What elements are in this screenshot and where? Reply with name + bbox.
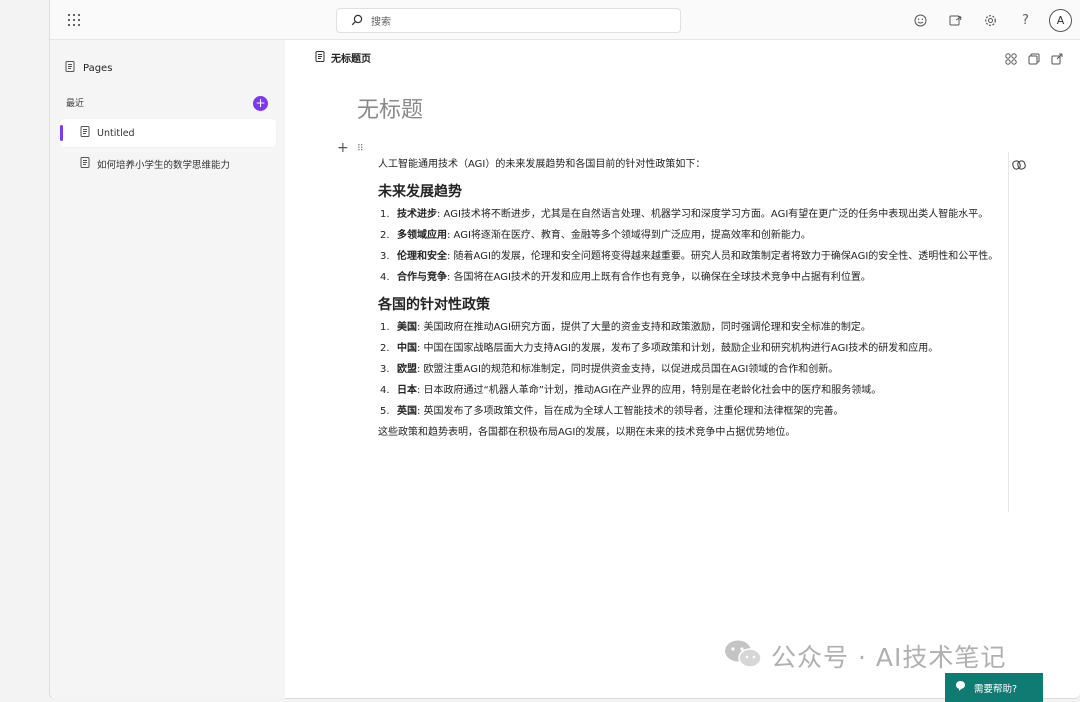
section-heading: 各国的针对性政策 (378, 297, 490, 313)
sidebar-item-untitled[interactable]: Untitled (60, 119, 276, 147)
sidebar: Pages 最近 + Untitled 如何培养小学生的数学思维能力 (50, 40, 285, 699)
watermark-text: 公众号 · AI技术笔记 (771, 643, 1007, 672)
pages-header[interactable]: Pages (65, 61, 112, 76)
conclusion-paragraph: 这些政策和趋势表明，各国都在积极布局AGI的发展，以期在未来的技术竞争中占据优势… (378, 427, 796, 438)
sidebar-item-label: Untitled (97, 127, 135, 139)
main-pane: 无标题页 无标题 + ⠿ 人工智能通用技术（AGI）的未来发展趋势和各国目前的针… (285, 40, 1080, 699)
app-window: 搜索 ? A Pages 最近 + Untitled 如何培养小学生的数学思维能… (49, 0, 1080, 699)
search-box[interactable]: 搜索 (336, 8, 681, 33)
list-item: 4. 日本: 日本政府通过“机器人革命”计划，推动AGI在产业界的应用，特别是在老… (380, 385, 882, 396)
page-icon (80, 126, 90, 140)
page-title[interactable]: 无标题 (357, 92, 423, 124)
sidebar-item-label: 如何培养小学生的数学思维能力 (97, 160, 231, 171)
intro-paragraph: 人工智能通用技术（AGI）的未来发展趋势和各国目前的针对性政策如下： (378, 159, 706, 170)
breadcrumb-label: 无标题页 (331, 54, 371, 65)
list-item: 3. 欧盟: 欧盟注重AGI的规范和标准制定，同时提供资金支持，以促进成员国在AG… (380, 364, 839, 375)
search-icon (351, 11, 363, 30)
avatar[interactable]: A (1049, 9, 1072, 32)
list-item: 3. 伦理和安全: 随着AGI的发展，伦理和安全问题将变得越来越重要。研究人员和政… (380, 251, 999, 262)
drag-handle-icon[interactable]: ⠿ (357, 144, 364, 154)
list-item: 2. 多领域应用: AGI将逐渐在医疗、教育、金融等多个领域得到广泛应用，提高效率… (380, 230, 811, 241)
help-button[interactable]: 需要帮助? (945, 673, 1043, 702)
copilot-icon[interactable] (1012, 157, 1026, 176)
share-icon[interactable] (938, 10, 973, 32)
breadcrumb: 无标题页 (315, 50, 371, 65)
recent-label: 最近 (66, 99, 85, 109)
add-page-button[interactable]: + (253, 96, 268, 111)
top-bar: 搜索 ? A (50, 0, 1080, 40)
page-icon (315, 50, 325, 65)
apps-icon[interactable] (67, 13, 81, 27)
pages-icon (65, 61, 76, 76)
help-icon[interactable]: ? (1008, 10, 1043, 32)
components-icon[interactable] (1002, 50, 1019, 67)
wechat-icon (723, 638, 763, 674)
page-icon (80, 157, 90, 171)
list-item: 1. 美国: 美国政府在推动AGI研究方面，提供了大量的资金支持和政策激励，同时强… (380, 322, 871, 333)
add-block-icon[interactable]: + (337, 140, 349, 156)
help-label: 需要帮助? (974, 683, 1018, 695)
policy-list: 1. 美国: 美国政府在推动AGI研究方面，提供了大量的资金支持和政策激励，同时强… (378, 319, 1010, 420)
search-placeholder: 搜索 (371, 17, 391, 28)
list-item: 4. 合作与竞争: 各国将在AGI技术的开发和应用上既有合作也有竞争，以确保在全球… (380, 272, 871, 283)
copy-icon[interactable] (1025, 50, 1042, 67)
trend-list: 1. 技术进步: AGI技术将不断进步，尤其是在自然语言处理、机器学习和深度学习方… (378, 206, 1010, 286)
list-item: 2. 中国: 中国在国家战略层面大力支持AGI的发展，发布了多项政策和计划，鼓励企… (380, 343, 939, 354)
share-icon[interactable] (1048, 50, 1065, 67)
watermark: 公众号 · AI技术笔记 (723, 638, 1006, 674)
page-content[interactable]: 人工智能通用技术（AGI）的未来发展趋势和各国目前的针对性政策如下： 未来发展趋… (378, 156, 1010, 441)
list-item: 1. 技术进步: AGI技术将不断进步，尤其是在自然语言处理、机器学习和深度学习方… (380, 209, 989, 220)
pages-label: Pages (83, 63, 113, 74)
section-heading: 未来发展趋势 (378, 184, 462, 200)
emoji-icon[interactable] (903, 10, 938, 32)
sidebar-item-math-thinking[interactable]: 如何培养小学生的数学思维能力 (60, 150, 276, 178)
list-item: 5. 英国: 英国发布了多项政策文件，旨在成为全球人工智能技术的领导者，注重伦理和… (380, 406, 844, 417)
top-actions: ? A (903, 9, 1072, 32)
chat-icon (955, 680, 966, 695)
gear-icon[interactable] (973, 10, 1008, 32)
page-toolbar (1002, 50, 1065, 67)
